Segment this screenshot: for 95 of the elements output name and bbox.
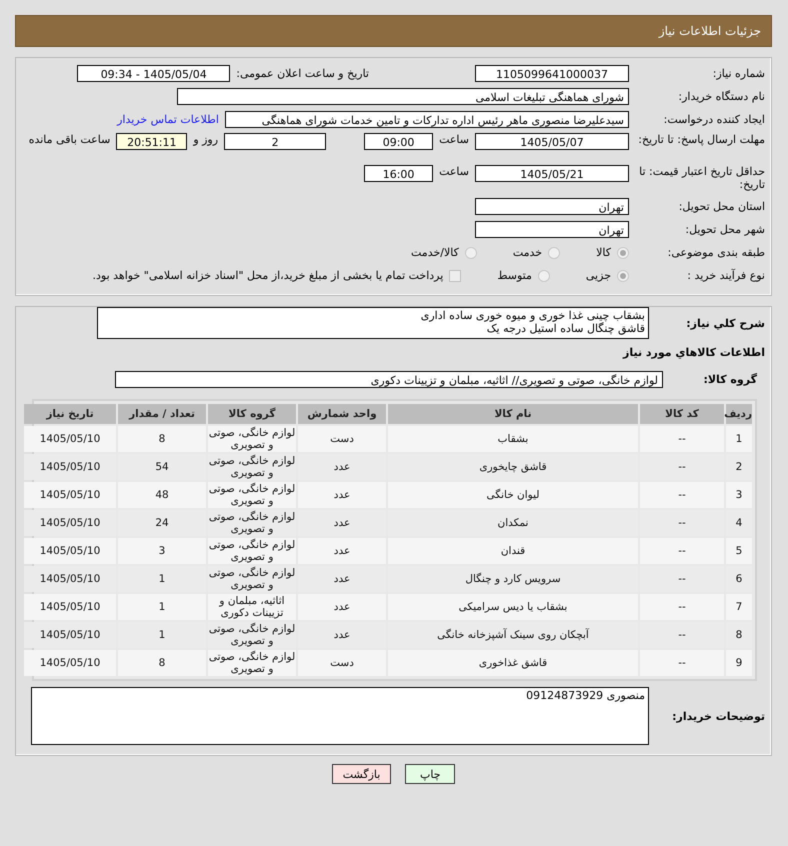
- radio-button[interactable]: [548, 246, 560, 258]
- table-cell: 3: [726, 482, 752, 508]
- value-field: سیدعلیرضا منصوری ماهر رئیس اداره تدارکات و تامین خدمات شورای هماهنگی: [225, 111, 629, 128]
- checkbox[interactable]: [449, 270, 462, 282]
- table-cell: 8: [118, 426, 206, 452]
- value-field: تهران: [475, 221, 629, 238]
- buyer-contact-link[interactable]: اطلاعات تماس خریدار: [117, 113, 219, 126]
- field-label: ساعت: [439, 133, 469, 146]
- table-cell: لوازم خانگی، صوتی و تصویری: [208, 426, 296, 452]
- table-cell: قندان: [388, 538, 638, 564]
- table-cell: 5: [726, 538, 752, 564]
- table-cell: --: [640, 538, 724, 564]
- value-field: تهران: [475, 198, 629, 215]
- column-header: کد کالا: [640, 404, 724, 424]
- option-label: کالا: [596, 246, 611, 259]
- table-cell: 1405/05/10: [24, 426, 116, 452]
- table-cell: لوازم خانگی، صوتی و تصویری: [208, 566, 296, 592]
- page-header: جزئیات اطلاعات نیاز: [15, 15, 772, 47]
- table-cell: لیوان خانگی: [388, 482, 638, 508]
- field-label: شماره نیاز:: [712, 67, 766, 80]
- table-cell: 1405/05/10: [24, 594, 116, 620]
- field-label: شرح کلي نیاز:: [685, 316, 766, 330]
- table-cell: --: [640, 594, 724, 620]
- field-label: ایجاد کننده درخواست:: [662, 113, 766, 126]
- table-cell: عدد: [298, 482, 386, 508]
- field-label: ساعت: [439, 165, 469, 178]
- table-cell: --: [640, 650, 724, 676]
- table-cell: لوازم خانگی، صوتی و تصویری: [208, 510, 296, 536]
- table-cell: لوازم خانگی، صوتی و تصویری: [208, 482, 296, 508]
- table-cell: 1: [726, 426, 752, 452]
- table-cell: قاشق غذاخوری: [388, 650, 638, 676]
- field-label: حداقل تاریخ اعتبار قیمت: تا تاریخ:: [638, 165, 766, 191]
- column-header: ردیف: [726, 404, 752, 424]
- field-label: طبقه بندی موضوعی:: [666, 246, 766, 259]
- table-cell: 1405/05/10: [24, 482, 116, 508]
- field-label: نام دستگاه خریدار:: [677, 90, 766, 103]
- field-label: گروه کالا:: [702, 373, 758, 386]
- column-header: تعداد / مقدار: [118, 404, 206, 424]
- section-title: اطلاعات کالاهاي مورد نیاز: [623, 346, 765, 359]
- table-cell: 7: [726, 594, 752, 620]
- value-field: 1405/05/21: [475, 165, 629, 182]
- radio-button[interactable]: [464, 246, 477, 258]
- field-label: تاریخ و ساعت اعلان عمومی:: [236, 67, 369, 80]
- field-label: توضیحات خریدار:: [671, 710, 766, 722]
- option-label: خدمت: [512, 246, 542, 259]
- table-cell: دست: [298, 650, 386, 676]
- radio-button[interactable]: [617, 246, 629, 258]
- table-cell: --: [640, 426, 724, 452]
- value-field: 1405/05/04 - 09:34: [77, 65, 230, 82]
- column-header: نام کالا: [388, 404, 638, 424]
- table-cell: --: [640, 482, 724, 508]
- table-cell: 3: [118, 538, 206, 564]
- option-label: متوسط: [497, 269, 532, 282]
- countdown-field: 20:51:11: [116, 133, 188, 150]
- table-cell: بشقاب: [388, 426, 638, 452]
- field-label: نوع فرآیند خرید :: [686, 269, 766, 282]
- field-label: مهلت ارسال پاسخ: تا تاریخ:: [637, 133, 766, 146]
- table-cell: لوازم خانگی، صوتی و تصویری: [208, 650, 296, 676]
- column-header: تاریخ نیاز: [24, 404, 116, 424]
- back-button[interactable]: بازگشت: [332, 764, 392, 784]
- column-header: گروه کالا: [208, 404, 296, 424]
- value-field: 1105099641000037: [475, 65, 629, 82]
- table-cell: 8: [118, 650, 206, 676]
- column-header: واحد شمارش: [298, 404, 386, 424]
- table-cell: لوازم خانگی، صوتی و تصویری: [208, 538, 296, 564]
- table-cell: لوازم خانگی، صوتی و تصویری: [208, 454, 296, 480]
- table-cell: اثاثیه، مبلمان و تزیینات دکوری: [208, 594, 296, 620]
- table-cell: 1405/05/10: [24, 650, 116, 676]
- field-label: ساعت باقی مانده: [28, 133, 110, 146]
- value-field: 2: [224, 133, 326, 150]
- description-field: بشقاب چینی غذا خوری و میوه خوری ساده اداری قاشق چنگال ساده استیل درجه یک: [97, 307, 649, 339]
- option-label: جزیی: [586, 269, 611, 282]
- value-field: 1405/05/07: [475, 133, 629, 150]
- field-label: شهر محل تحویل:: [684, 223, 766, 236]
- notes-field: منصوری 09124873929: [31, 687, 649, 745]
- value-field: 09:00: [364, 133, 434, 150]
- table-cell: 9: [726, 650, 752, 676]
- table-cell: دست: [298, 426, 386, 452]
- field-label: روز و: [193, 133, 218, 146]
- print-button[interactable]: چاپ: [405, 764, 456, 784]
- value-field: 16:00: [364, 165, 434, 182]
- table-cell: 48: [118, 482, 206, 508]
- table-cell: 1: [118, 594, 206, 620]
- value-field: شورای هماهنگی تبلیغات اسلامی: [177, 88, 629, 105]
- table-cell: بشقاب یا دیس سرامیکی: [388, 594, 638, 620]
- radio-button[interactable]: [617, 270, 629, 282]
- checkbox-label: پرداخت تمام یا بخشی از مبلغ خرید،از محل "اسناد خزانه اسلامی" خواهد بود.: [92, 269, 444, 282]
- table-cell: 1405/05/10: [24, 538, 116, 564]
- field-label: استان محل تحویل:: [678, 200, 766, 213]
- value-field: لوازم خانگی، صوتی و تصویری// اثاثیه، مبلمان و تزیینات دکوری: [115, 371, 663, 388]
- option-label: کالا/خدمت: [411, 246, 459, 259]
- radio-button[interactable]: [538, 270, 550, 282]
- table-cell: عدد: [298, 594, 386, 620]
- table-cell: لوازم خانگی، صوتی و تصویری: [208, 622, 296, 648]
- table-cell: عدد: [298, 538, 386, 564]
